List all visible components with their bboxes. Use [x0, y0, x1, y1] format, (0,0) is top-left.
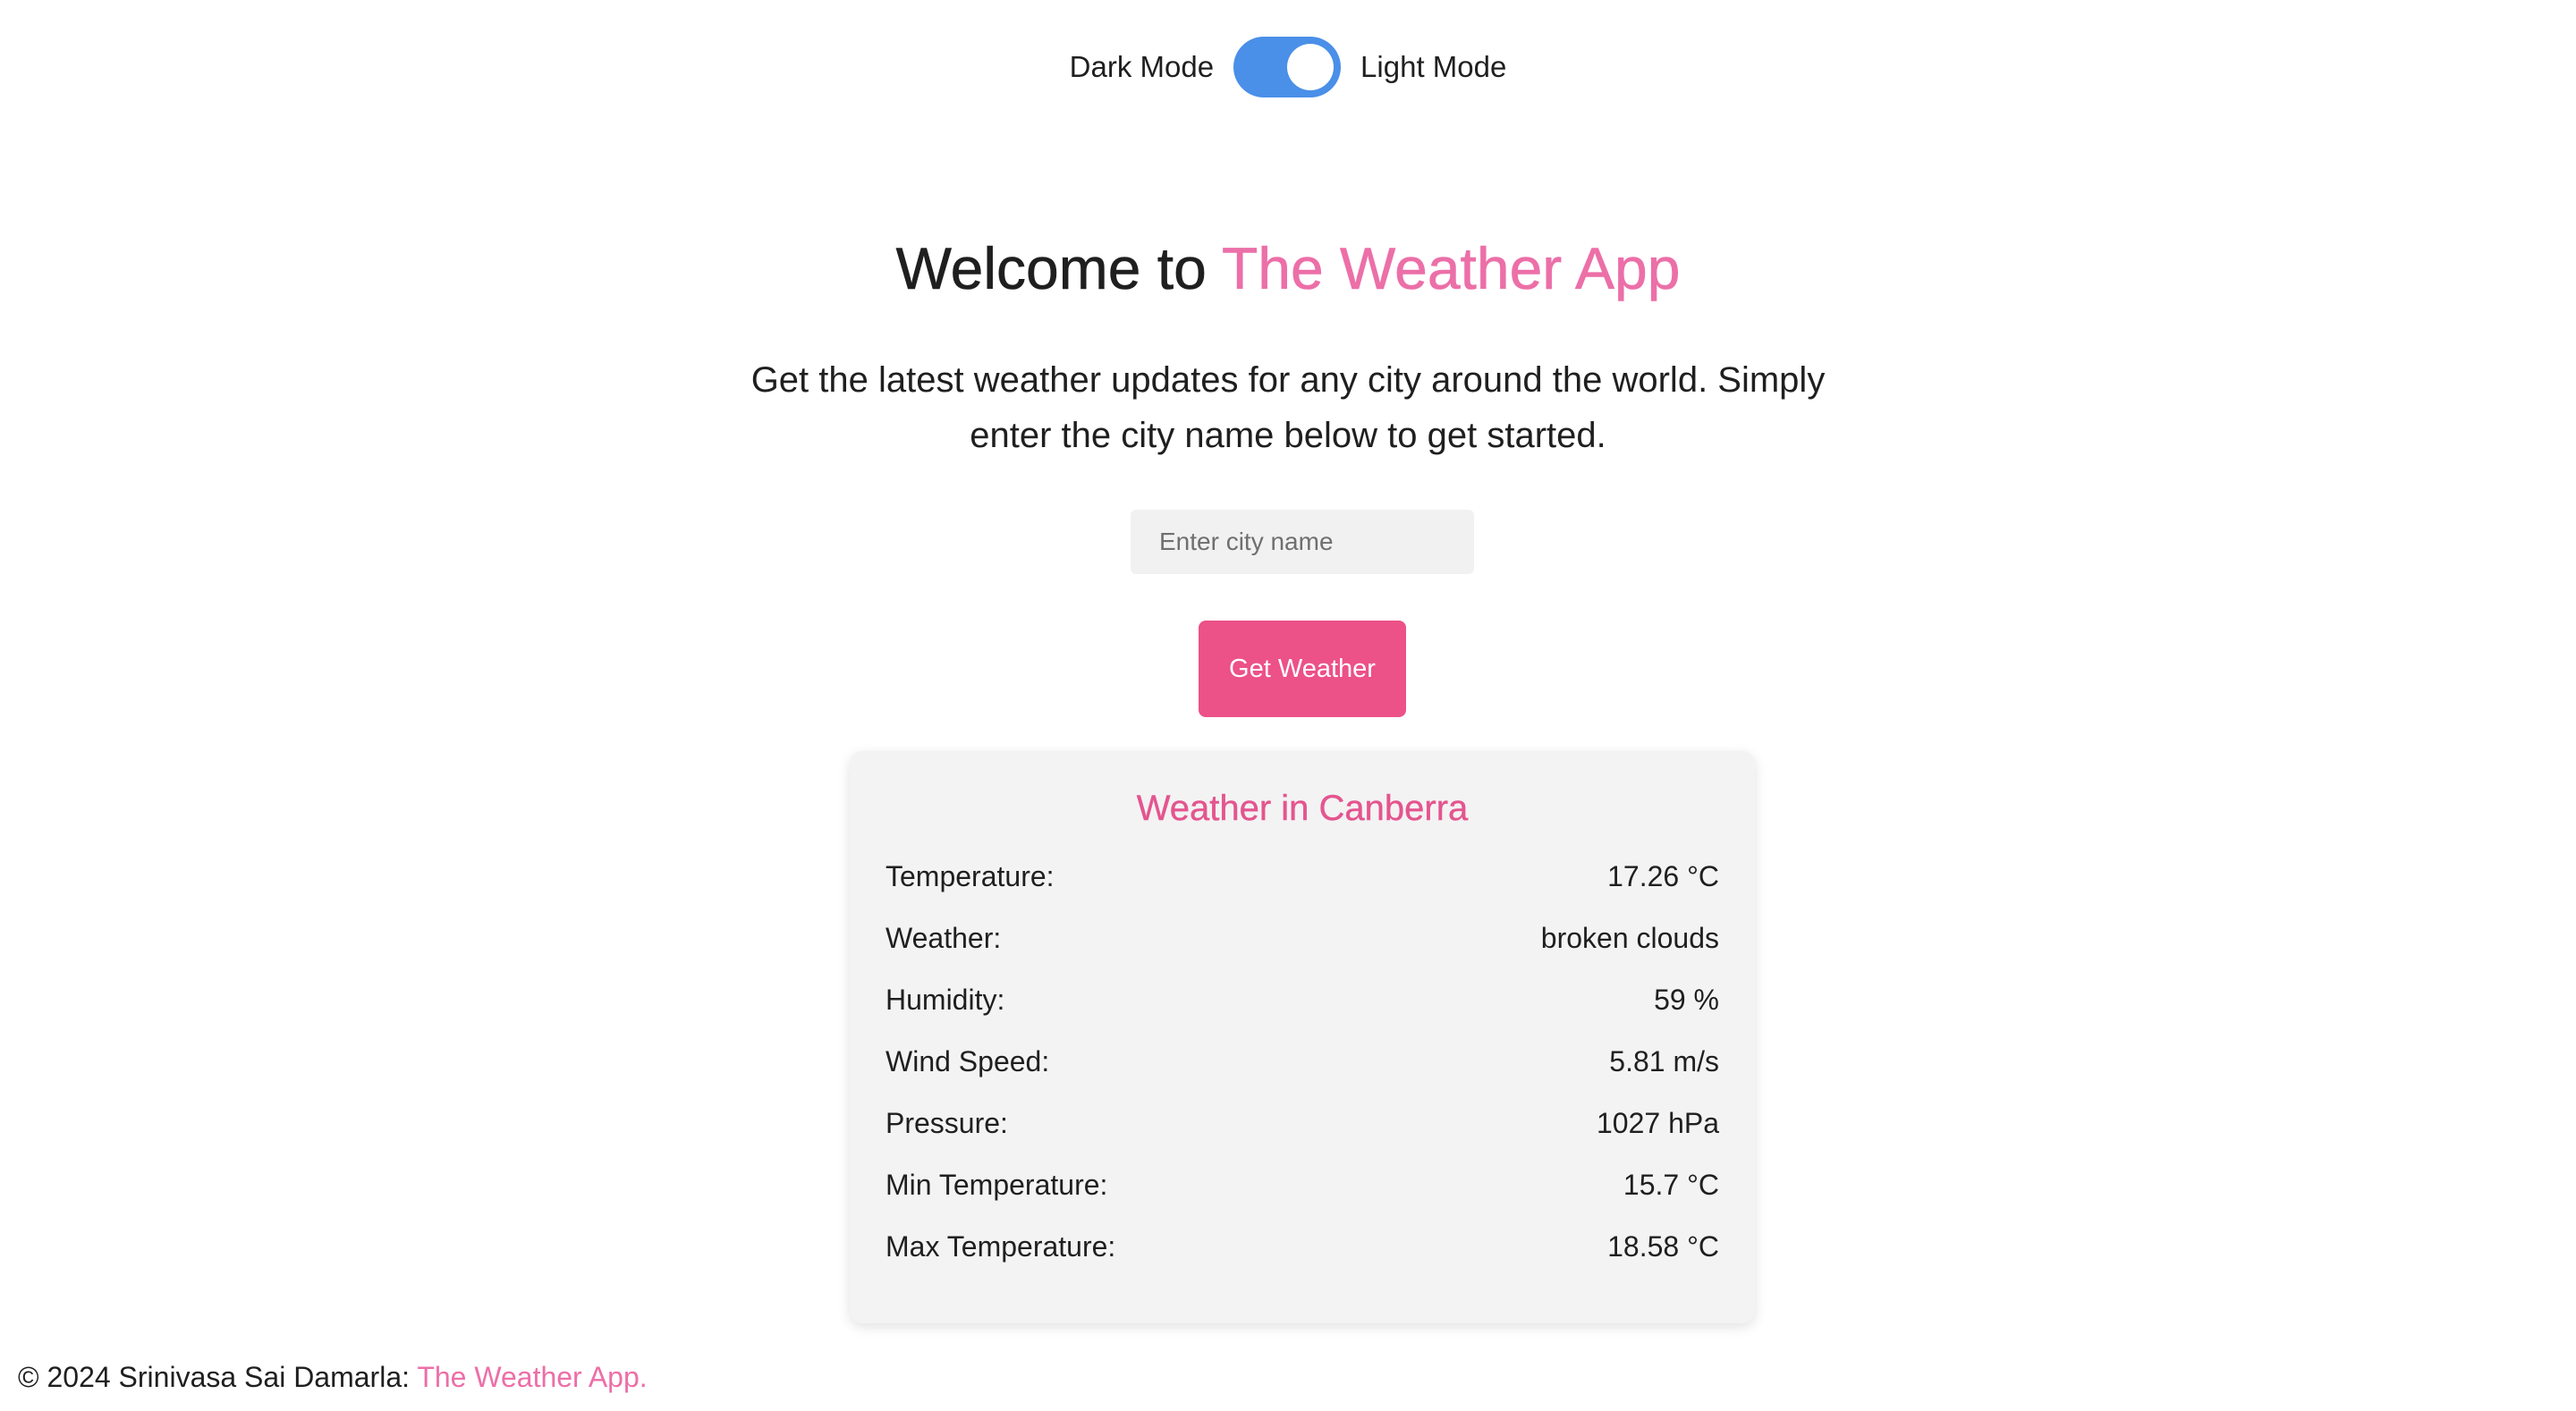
dark-mode-label: Dark Mode: [1069, 50, 1215, 83]
title-prefix: Welcome to: [895, 235, 1222, 302]
weather-row-label: Min Temperature:: [886, 1169, 1108, 1201]
footer-copyright: © 2024 Srinivasa Sai Damarla:: [18, 1361, 418, 1393]
weather-row-value: 59 %: [1654, 984, 1719, 1016]
weather-row: Max Temperature: 18.58 °C: [886, 1216, 1719, 1278]
footer: © 2024 Srinivasa Sai Damarla: The Weathe…: [18, 1357, 648, 1397]
weather-row-value: 17.26 °C: [1607, 860, 1719, 892]
weather-card: Weather in Canberra Temperature: 17.26 °…: [850, 751, 1755, 1323]
weather-row-value: broken clouds: [1540, 922, 1719, 954]
weather-row: Humidity: 59 %: [886, 969, 1719, 1031]
footer-app-link[interactable]: The Weather App.: [417, 1361, 647, 1393]
weather-row-label: Temperature:: [886, 860, 1055, 892]
theme-toggle-row: Dark Mode Light Mode: [0, 36, 2576, 98]
weather-row: Wind Speed: 5.81 m/s: [886, 1031, 1719, 1093]
weather-row: Pressure: 1027 hPa: [886, 1093, 1719, 1154]
weather-row: Min Temperature: 15.7 °C: [886, 1154, 1719, 1216]
weather-card-title: Weather in Canberra: [1136, 789, 1469, 828]
light-mode-label: Light Mode: [1360, 50, 1507, 83]
weather-row: Weather: broken clouds: [886, 908, 1719, 969]
toggle-knob: [1287, 44, 1335, 90]
page-title: Welcome to The Weather App: [0, 232, 2576, 304]
weather-row-label: Humidity:: [886, 984, 1005, 1016]
theme-toggle-switch[interactable]: [1233, 37, 1342, 97]
weather-row-label: Max Temperature:: [886, 1230, 1116, 1263]
weather-row-value: 15.7 °C: [1623, 1169, 1719, 1201]
weather-row-value: 18.58 °C: [1607, 1230, 1719, 1263]
intro-text: Get the latest weather updates for any c…: [750, 360, 1826, 455]
weather-row-label: Wind Speed:: [886, 1045, 1050, 1077]
get-weather-button[interactable]: Get Weather: [1199, 621, 1406, 717]
weather-row: Temperature: 17.26 °C: [886, 846, 1719, 908]
weather-row-label: Weather:: [886, 922, 1002, 954]
title-app-name: The Weather App: [1221, 235, 1681, 302]
city-search-input[interactable]: [1131, 510, 1474, 574]
weather-row-value: 1027 hPa: [1596, 1107, 1719, 1139]
weather-row-label: Pressure:: [886, 1107, 1008, 1139]
weather-row-value: 5.81 m/s: [1609, 1045, 1719, 1077]
